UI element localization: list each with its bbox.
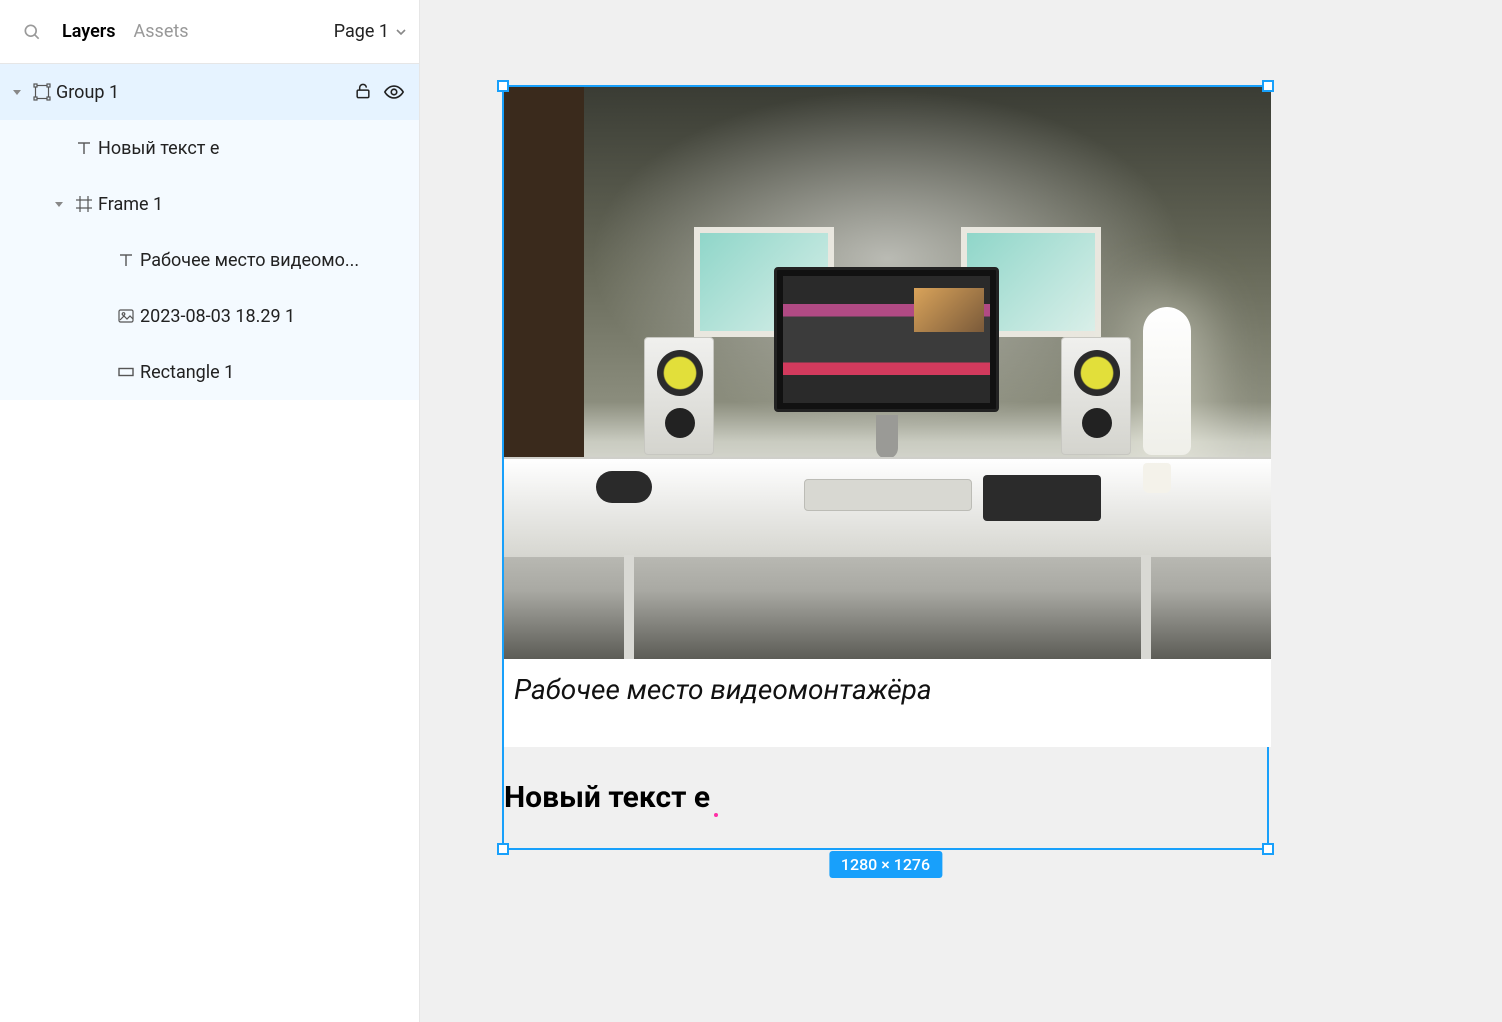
tab-assets[interactable]: Assets [134,21,189,42]
selection-handle-br[interactable] [1262,843,1274,855]
layers-panel: Layers Assets Page 1 Group 1 Новый текст … [0,0,420,1022]
canvas-caption-text[interactable]: Рабочее место видеомонтажёра [504,659,1271,747]
layer-row-frame1[interactable]: Frame 1 [0,176,419,232]
layer-label: Frame 1 [98,194,405,215]
canvas-text-below[interactable]: Новый текст е [504,779,710,817]
page-selector-label: Page 1 [334,21,389,42]
panel-tabs: Layers Assets [62,21,189,42]
text-icon [70,139,98,157]
frame-icon [70,195,98,213]
visibility-icon[interactable] [383,81,405,103]
layer-caret-icon[interactable] [48,198,70,210]
layer-list[interactable]: Group 1 Новый текст е Frame 1 Рабочее место… [0,64,419,1022]
layer-row-group1[interactable]: Group 1 [0,64,419,120]
canvas-frame-1[interactable]: Рабочее место видеомонтажёра [504,87,1271,747]
canvas-image[interactable] [504,87,1271,659]
selection-handle-bl[interactable] [497,843,509,855]
rectangle-icon [112,363,140,381]
selection-handle-tr[interactable] [1262,80,1274,92]
image-icon [112,307,140,325]
canvas-marker-dot [714,813,718,817]
page-selector[interactable]: Page 1 [334,21,407,42]
layer-label: Group 1 [56,82,353,103]
layer-caret-icon[interactable] [6,86,28,98]
selection-bounds[interactable]: Рабочее место видеомонтажёра Новый текст… [502,85,1269,850]
panel-header: Layers Assets Page 1 [0,0,419,64]
layer-row-actions [353,81,405,103]
selection-handle-tl[interactable] [497,80,509,92]
layer-label: Новый текст е [98,138,405,159]
tab-layers[interactable]: Layers [62,21,116,42]
layer-row-rect1[interactable]: Rectangle 1 [0,344,419,400]
group-icon [28,83,56,101]
layer-row-text1[interactable]: Новый текст е [0,120,419,176]
layer-row-text2[interactable]: Рабочее место видеомо... [0,232,419,288]
selection-dimensions-badge: 1280 × 1276 [829,851,942,878]
canvas[interactable]: Рабочее место видеомонтажёра Новый текст… [420,0,1502,1022]
text-icon [112,251,140,269]
chevron-down-icon [395,26,407,38]
layer-row-img1[interactable]: 2023-08-03 18.29 1 [0,288,419,344]
layer-label: Rectangle 1 [140,362,405,383]
search-icon[interactable] [20,20,44,44]
unlock-icon[interactable] [353,81,373,103]
layer-label: 2023-08-03 18.29 1 [140,306,405,327]
layer-label: Рабочее место видеомо... [140,250,405,271]
